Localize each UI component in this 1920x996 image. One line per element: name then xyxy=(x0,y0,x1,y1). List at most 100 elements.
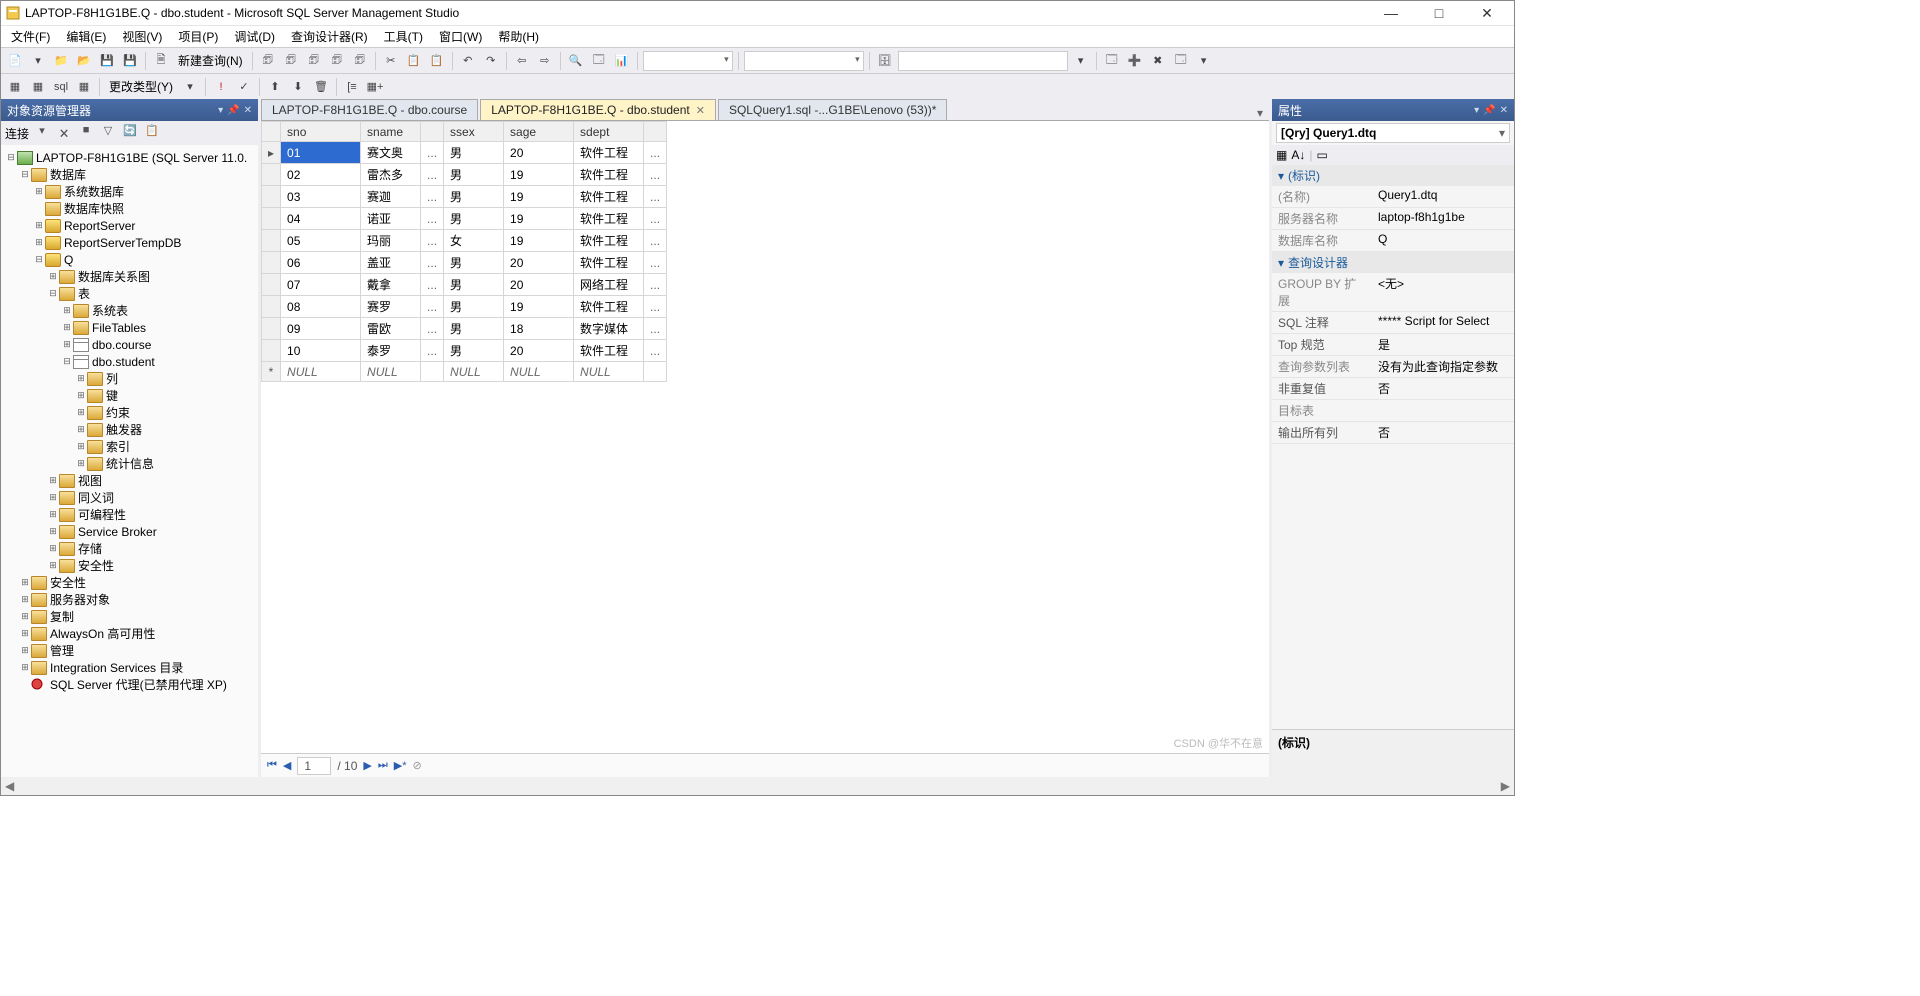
nav-new-icon[interactable]: ▶* xyxy=(394,759,407,772)
group-by-icon[interactable]: [≡ xyxy=(342,77,362,97)
nav-back-icon[interactable]: ⇦ xyxy=(512,51,532,71)
remove-filter-icon[interactable]: 🗑 xyxy=(311,77,331,97)
dmx-query-icon[interactable]: 🗊 xyxy=(327,51,347,71)
tree-sysdb[interactable]: ⊞系统数据库 xyxy=(1,183,258,200)
tree-prog[interactable]: ⊞可编程性 xyxy=(1,506,258,523)
tab-student[interactable]: LAPTOP-F8H1G1BE.Q - dbo.student✕ xyxy=(480,99,716,120)
tree-agent[interactable]: SQL Server 代理(已禁用代理 XP) xyxy=(1,676,258,693)
col-sage[interactable]: sage xyxy=(504,122,574,142)
search-go-icon[interactable]: ▾ xyxy=(1071,51,1091,71)
connect-label[interactable]: 连接 xyxy=(5,125,29,142)
tab-course[interactable]: LAPTOP-F8H1G1BE.Q - dbo.course xyxy=(261,99,478,120)
search-box[interactable] xyxy=(898,51,1068,71)
disconnect-icon[interactable]: 🗙 xyxy=(55,124,73,142)
alphabetical-icon[interactable]: A↓ xyxy=(1291,148,1305,162)
xmla-query-icon[interactable]: 🗊 xyxy=(350,51,370,71)
change-type-button[interactable]: 更改类型(Y) xyxy=(105,78,177,95)
close-button[interactable]: ✕ xyxy=(1472,5,1502,22)
tree-db-q[interactable]: ⊟Q xyxy=(1,251,258,268)
tree-indexes[interactable]: ⊞索引 xyxy=(1,438,258,455)
property-pages-icon[interactable]: ▭ xyxy=(1316,148,1327,162)
nav-first-icon[interactable]: ⏮ xyxy=(267,759,277,772)
open-file-icon[interactable]: 📂 xyxy=(74,51,94,71)
refresh-icon[interactable]: 🔄 xyxy=(121,124,139,142)
save-all-icon[interactable]: 💾 xyxy=(120,51,140,71)
tool-c-icon[interactable]: ✖ xyxy=(1148,51,1168,71)
nav-fwd-icon[interactable]: ⇨ xyxy=(535,51,555,71)
panel-close-icon[interactable]: ✕ xyxy=(244,105,252,116)
nav-position[interactable]: 1 xyxy=(297,757,331,775)
tree-alwayson[interactable]: ⊞AlwaysOn 高可用性 xyxy=(1,625,258,642)
tree-constraints[interactable]: ⊞约束 xyxy=(1,404,258,421)
combo-1[interactable] xyxy=(643,51,733,71)
stop-icon[interactable]: ■ xyxy=(77,124,95,142)
nav-prev-icon[interactable]: ◀ xyxy=(283,759,291,772)
new-query-button[interactable]: 新建查询(N) xyxy=(174,52,247,69)
copy-icon[interactable]: 📋 xyxy=(404,51,424,71)
save-icon[interactable]: 💾 xyxy=(97,51,117,71)
properties-icon[interactable]: 🗔 xyxy=(589,51,609,71)
collapse-icon[interactable]: ▾ xyxy=(1278,169,1284,183)
tool-e-icon[interactable]: ▾ xyxy=(1194,51,1214,71)
show-diagram-icon[interactable]: ▦ xyxy=(5,77,25,97)
undo-icon[interactable]: ↶ xyxy=(458,51,478,71)
menu-tools[interactable]: 工具(T) xyxy=(376,26,431,47)
analysis-query-icon[interactable]: 🗊 xyxy=(281,51,301,71)
db-engine-query-icon[interactable]: 🗊 xyxy=(258,51,278,71)
tree-stats[interactable]: ⊞统计信息 xyxy=(1,455,258,472)
collapse-icon[interactable]: ▾ xyxy=(1278,256,1284,270)
nav-last-icon[interactable]: ⏭ xyxy=(378,759,388,772)
minimize-button[interactable]: — xyxy=(1376,5,1406,22)
show-criteria-icon[interactable]: ▦ xyxy=(28,77,48,97)
tree-security2[interactable]: ⊞安全性 xyxy=(1,574,258,591)
combo-2[interactable] xyxy=(744,51,864,71)
tree-tables[interactable]: ⊟表 xyxy=(1,285,258,302)
panel-dropdown-icon[interactable]: ▾ xyxy=(218,105,223,116)
menu-debug[interactable]: 调试(D) xyxy=(226,26,283,47)
categorized-icon[interactable]: ▦ xyxy=(1276,148,1287,162)
props-dropdown-icon[interactable]: ▾ xyxy=(1474,105,1479,116)
tree-synonyms[interactable]: ⊞同义词 xyxy=(1,489,258,506)
h-scrollbar[interactable]: ◀▶ xyxy=(1,777,1514,795)
tool-d-icon[interactable]: 🗔 xyxy=(1171,51,1191,71)
report-icon[interactable]: 📋 xyxy=(143,124,161,142)
sort-desc-icon[interactable]: ⬇ xyxy=(288,77,308,97)
menu-file[interactable]: 文件(F) xyxy=(3,26,58,47)
open-icon[interactable]: ▾ xyxy=(28,51,48,71)
tree-views[interactable]: ⊞视图 xyxy=(1,472,258,489)
data-grid[interactable]: sno sname ssex sage sdept ▸01赛文奥...男20软件… xyxy=(261,121,1269,753)
add-table-icon[interactable]: ▦+ xyxy=(365,77,385,97)
tree-cols[interactable]: ⊞列 xyxy=(1,370,258,387)
verify-sql-icon[interactable]: ✓ xyxy=(234,77,254,97)
menu-querydesigner[interactable]: 查询设计器(R) xyxy=(283,26,376,47)
find-icon[interactable]: 🔍 xyxy=(566,51,586,71)
menu-view[interactable]: 视图(V) xyxy=(114,26,170,47)
tree-systables[interactable]: ⊞系统表 xyxy=(1,302,258,319)
tree[interactable]: ⊟LAPTOP-F8H1G1BE (SQL Server 11.0. ⊟数据库 … xyxy=(1,145,258,777)
show-results-icon[interactable]: ▦ xyxy=(74,77,94,97)
tree-triggers[interactable]: ⊞触发器 xyxy=(1,421,258,438)
sort-asc-icon[interactable]: ⬆ xyxy=(265,77,285,97)
tree-reporttmp[interactable]: ⊞ReportServerTempDB xyxy=(1,234,258,251)
tab-sqlquery[interactable]: SQLQuery1.sql -...G1BE\Lenovo (53))* xyxy=(718,99,947,120)
tree-storage[interactable]: ⊞存储 xyxy=(1,540,258,557)
nav-cancel-icon[interactable]: ⊘ xyxy=(413,759,422,772)
redo-icon[interactable]: ↷ xyxy=(481,51,501,71)
col-ssex[interactable]: ssex xyxy=(444,122,504,142)
menu-window[interactable]: 窗口(W) xyxy=(431,26,490,47)
tree-databases[interactable]: ⊟数据库 xyxy=(1,166,258,183)
show-sql-icon[interactable]: sql xyxy=(51,77,71,97)
cut-icon[interactable]: ✂ xyxy=(381,51,401,71)
tree-filetables[interactable]: ⊞FileTables xyxy=(1,319,258,336)
tree-dbdiagram[interactable]: ⊞数据库关系图 xyxy=(1,268,258,285)
mdx-query-icon[interactable]: 🗊 xyxy=(304,51,324,71)
props-pin-icon[interactable]: 📌 xyxy=(1483,105,1495,116)
tree-reportsrv[interactable]: ⊞ReportServer xyxy=(1,217,258,234)
tree-security1[interactable]: ⊞安全性 xyxy=(1,557,258,574)
new-query-icon[interactable]: 🗎 xyxy=(151,51,171,71)
col-sno[interactable]: sno xyxy=(281,122,361,142)
registered-servers-icon[interactable]: 🗄 xyxy=(875,51,895,71)
props-object-selector[interactable]: [Qry] Query1.dtq xyxy=(1276,123,1510,143)
tree-mgmt[interactable]: ⊞管理 xyxy=(1,642,258,659)
tree-srvobj[interactable]: ⊞服务器对象 xyxy=(1,591,258,608)
